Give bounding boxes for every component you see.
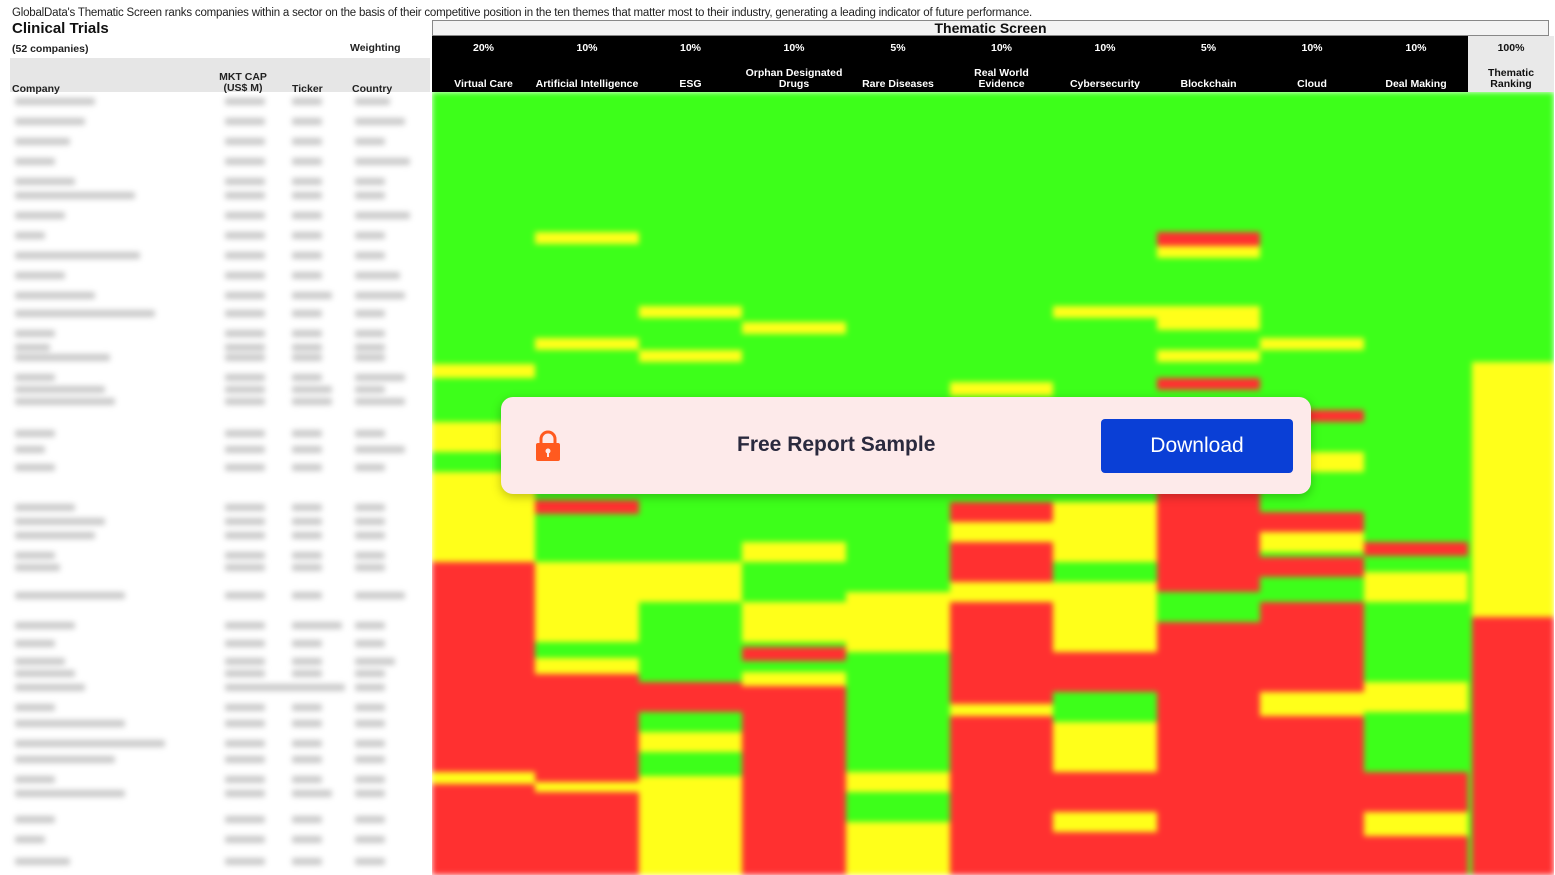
theme-header: 10% Cybersecurity xyxy=(1053,36,1157,92)
theme-header: 20% Virtual Care xyxy=(432,36,535,92)
theme-name: Artificial Intelligence xyxy=(535,78,639,90)
theme-name: Cybersecurity xyxy=(1069,78,1141,90)
theme-name: ESG xyxy=(679,78,702,90)
theme-weight: 10% xyxy=(679,42,701,54)
company-count: (52 companies) xyxy=(12,43,89,55)
theme-weight: 10% xyxy=(576,42,598,54)
theme-name: Virtual Care xyxy=(454,78,513,90)
theme-weight: 10% xyxy=(783,42,805,54)
theme-header: 10% Deal Making xyxy=(1364,36,1468,92)
theme-name: Orphan Designated Drugs xyxy=(745,67,843,90)
weighting-label: Weighting xyxy=(350,42,401,54)
banner-text: Free Report Sample xyxy=(737,433,936,456)
theme-name: Cloud xyxy=(1297,78,1327,90)
theme-header: 5% Rare Diseases xyxy=(846,36,950,92)
theme-name: Real World Evidence xyxy=(974,67,1029,90)
theme-name: Rare Diseases xyxy=(862,78,934,90)
company-list-blurred xyxy=(10,92,430,875)
ranking-name: Thematic Ranking xyxy=(1487,67,1535,90)
theme-header: 10% Cloud xyxy=(1260,36,1364,92)
theme-header: 5% Blockchain xyxy=(1157,36,1260,92)
theme-header: 10% ESG xyxy=(639,36,742,92)
theme-weight: 5% xyxy=(1200,42,1217,54)
theme-header-row: 20% Virtual Care 10% Artificial Intelligen… xyxy=(432,36,1468,92)
theme-name: Deal Making xyxy=(1385,78,1447,90)
ranking-header: 100% Thematic Ranking xyxy=(1468,36,1554,92)
ranking-weight: 100% xyxy=(1497,42,1525,54)
report-title: Clinical Trials xyxy=(12,20,109,37)
theme-name: Blockchain xyxy=(1180,78,1237,90)
theme-weight: 10% xyxy=(1301,42,1323,54)
theme-header: 10% Real World Evidence xyxy=(950,36,1053,92)
theme-header: 10% Artificial Intelligence xyxy=(535,36,639,92)
theme-weight: 10% xyxy=(1094,42,1116,54)
theme-weight: 10% xyxy=(990,42,1012,54)
theme-weight: 20% xyxy=(472,42,494,54)
theme-weight: 5% xyxy=(890,42,906,54)
theme-weight: 10% xyxy=(1405,42,1427,54)
download-button[interactable]: Download xyxy=(1101,419,1293,473)
free-sample-banner: Free Report Sample Download xyxy=(501,397,1311,494)
lock-icon xyxy=(536,430,560,461)
intro-text: GlobalData's Thematic Screen ranks compa… xyxy=(12,7,1033,19)
screen-title: Thematic Screen xyxy=(432,20,1549,36)
col-mktcap: MKT CAP (US$ M) xyxy=(219,71,267,94)
theme-header: 10% Orphan Designated Drugs xyxy=(742,36,846,92)
